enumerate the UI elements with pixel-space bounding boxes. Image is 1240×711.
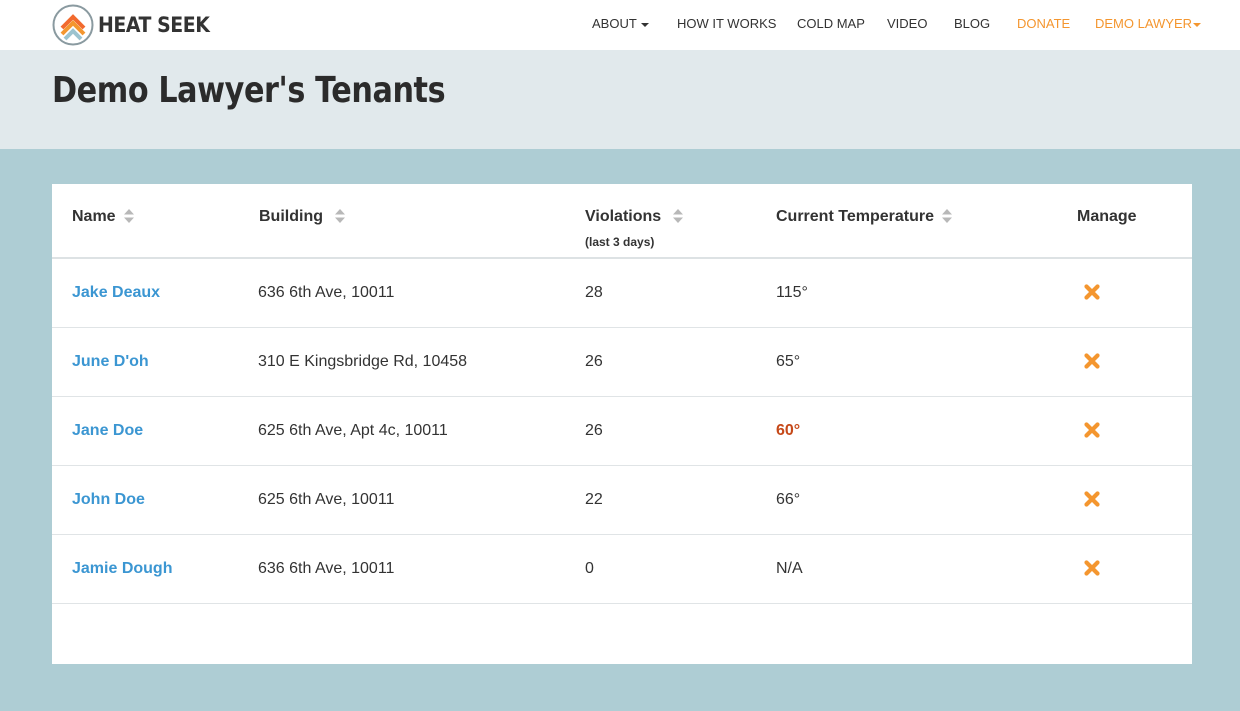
temperature-cell: 115° <box>776 284 808 301</box>
building-cell: 636 6th Ave, 10011 <box>258 560 395 577</box>
temperature-cell: 65° <box>776 353 801 370</box>
heat-seek-logo-icon <box>52 4 94 46</box>
delete-x-icon[interactable] <box>1083 490 1101 508</box>
brand-name: HEAT SEEK <box>98 13 210 37</box>
delete-x-icon[interactable] <box>1083 283 1101 301</box>
violations-cell: 22 <box>585 491 603 508</box>
building-cell: 625 6th Ave, 10011 <box>258 491 395 508</box>
column-header-temperature-label: Current Temperature <box>776 208 934 225</box>
delete-x-icon[interactable] <box>1083 421 1101 439</box>
nav-donate[interactable]: DONATE <box>1017 16 1070 31</box>
page-header: Demo Lawyer's Tenants <box>0 50 1240 149</box>
top-navbar: HEAT SEEK ABOUT HOW IT WORKS COLD MAP VI… <box>0 0 1240 50</box>
delete-x-icon[interactable] <box>1083 352 1101 370</box>
table-row: June D'oh 310 E Kingsbridge Rd, 10458 26… <box>52 328 1192 397</box>
caret-down-icon <box>1193 22 1202 27</box>
violations-cell: 0 <box>585 560 594 577</box>
temperature-cell: 66° <box>776 491 801 508</box>
column-header-violations[interactable]: Violations <box>585 208 684 226</box>
tenants-table: Name Building Violations (last 3 days) C… <box>52 184 1192 664</box>
violations-cell: 26 <box>585 353 603 370</box>
sort-icon <box>941 208 952 223</box>
building-cell: 310 E Kingsbridge Rd, 10458 <box>258 353 468 370</box>
nav-cold-map[interactable]: COLD MAP <box>797 16 865 31</box>
column-header-building-label: Building <box>259 208 323 225</box>
sort-icon <box>123 208 134 223</box>
column-header-manage: Manage <box>1077 208 1137 225</box>
table-row: Jamie Dough 636 6th Ave, 10011 0 N/A <box>52 535 1192 604</box>
building-cell: 625 6th Ave, Apt 4c, 10011 <box>258 422 448 439</box>
column-header-building[interactable]: Building <box>259 208 345 226</box>
table-row: Jake Deaux 636 6th Ave, 10011 28 115° <box>52 259 1192 328</box>
tenant-name-link[interactable]: Jamie Dough <box>72 535 172 603</box>
delete-x-icon[interactable] <box>1083 559 1101 577</box>
violations-cell: 28 <box>585 284 603 301</box>
temperature-cell: N/A <box>776 560 803 577</box>
table-row: John Doe 625 6th Ave, 10011 22 66° <box>52 466 1192 535</box>
table-row: Jane Doe 625 6th Ave, Apt 4c, 10011 26 6… <box>52 397 1192 466</box>
column-header-temperature[interactable]: Current Temperature <box>776 208 952 226</box>
brand-logo-link[interactable]: HEAT SEEK <box>52 4 222 46</box>
column-header-violations-label: Violations <box>585 208 662 225</box>
tenant-name-link[interactable]: Jake Deaux <box>72 259 160 327</box>
caret-down-icon <box>640 22 649 27</box>
violations-subtitle: (last 3 days) <box>585 235 655 249</box>
sort-icon <box>334 208 345 223</box>
nav-blog[interactable]: BLOG <box>954 16 990 31</box>
building-cell: 636 6th Ave, 10011 <box>258 284 395 301</box>
column-header-name-label: Name <box>72 208 116 225</box>
tenant-name-link[interactable]: John Doe <box>72 466 145 534</box>
nav-user-dropdown[interactable]: DEMO LAWYER <box>1095 16 1202 31</box>
nav-about-dropdown[interactable]: ABOUT <box>592 16 649 31</box>
temperature-cell-cold: 60° <box>776 422 801 439</box>
sort-icon <box>673 208 684 223</box>
tenant-name-link[interactable]: Jane Doe <box>72 397 143 465</box>
page-title: Demo Lawyer's Tenants <box>52 70 446 111</box>
nav-how-it-works[interactable]: HOW IT WORKS <box>677 16 776 31</box>
nav-about-label: ABOUT <box>592 16 637 31</box>
violations-cell: 26 <box>585 422 603 439</box>
tenant-name-link[interactable]: June D'oh <box>72 328 149 396</box>
nav-video[interactable]: VIDEO <box>887 16 927 31</box>
column-header-name[interactable]: Name <box>72 208 134 226</box>
nav-user-label: DEMO LAWYER <box>1095 16 1193 31</box>
